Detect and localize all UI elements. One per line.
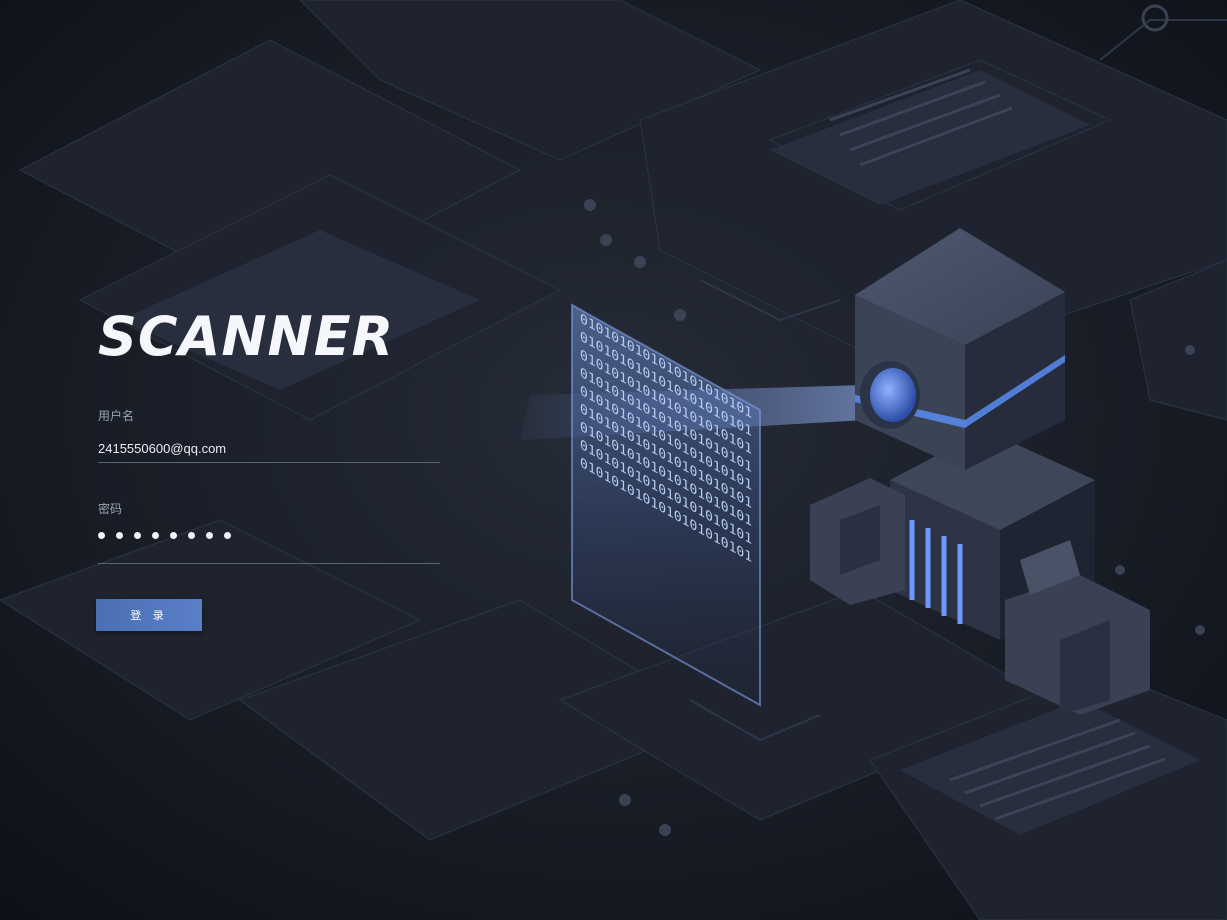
- password-dot: [98, 532, 105, 539]
- password-dot: [170, 532, 177, 539]
- app-logo: SCANNER: [98, 305, 395, 368]
- password-label: 密码: [98, 502, 123, 516]
- password-dot: [134, 532, 141, 539]
- password-dot: [206, 532, 213, 539]
- login-button[interactable]: 登 录: [96, 599, 202, 631]
- password-dot: [224, 532, 231, 539]
- password-input[interactable]: [98, 535, 440, 564]
- password-dot: [188, 532, 195, 539]
- password-dot: [116, 532, 123, 539]
- username-input[interactable]: [98, 434, 440, 463]
- password-mask: [98, 532, 231, 539]
- password-dot: [152, 532, 159, 539]
- username-label: 用户名: [98, 409, 135, 423]
